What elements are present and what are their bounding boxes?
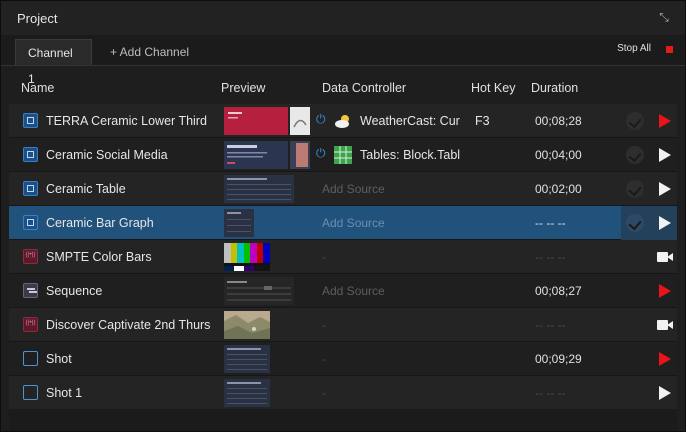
table-row[interactable]: SMPTE Color Bars - -- -- --: [9, 240, 677, 274]
preview-thumbnail: [224, 379, 270, 407]
preview-thumbnail: [224, 175, 294, 203]
duration: 00;02;00: [535, 182, 582, 196]
play-icon[interactable]: [659, 386, 671, 400]
play-icon[interactable]: [659, 148, 671, 162]
preview-thumbnail: [224, 243, 270, 271]
data-controller-label[interactable]: Tables: Block.Table: [360, 148, 460, 162]
duration: 00;09;29: [535, 352, 582, 366]
duration: -- -- --: [535, 318, 566, 332]
data-controller-empty: -: [322, 318, 326, 332]
graphic-icon: [23, 113, 38, 128]
graphic-icon: [23, 147, 38, 162]
table-header: Name Preview Data Controller Hot Key Dur…: [9, 67, 677, 103]
item-list: TERRA Ceramic Lower Third 2 ⏻ WeatherCas…: [9, 104, 677, 410]
column-preview[interactable]: Preview: [221, 81, 265, 95]
column-name[interactable]: Name: [21, 81, 54, 95]
column-duration[interactable]: Duration: [531, 81, 578, 95]
duration: 00;04;00: [535, 148, 582, 162]
preview-thumbnail: [224, 141, 288, 169]
project-panel: Project ⤡ Channel 1 + Add Channel Stop A…: [0, 0, 686, 432]
row-name: SMPTE Color Bars: [46, 250, 152, 264]
data-controller-empty: -: [322, 250, 326, 264]
camera-icon[interactable]: [657, 252, 673, 262]
duration: -- -- --: [535, 216, 566, 230]
column-data-controller[interactable]: Data Controller: [322, 81, 406, 95]
power-icon[interactable]: ⏻: [316, 147, 329, 160]
row-name: Sequence: [46, 284, 103, 298]
preview-thumbnail: [224, 277, 294, 305]
duration: -- -- --: [535, 250, 566, 264]
table-row[interactable]: Ceramic Table Add Source 00;02;00: [9, 172, 677, 206]
play-icon[interactable]: [659, 182, 671, 196]
data-controller-label[interactable]: WeatherCast: Current: [360, 114, 460, 128]
stop-all-button[interactable]: Stop All: [617, 43, 651, 54]
add-source-link[interactable]: Add Source: [322, 182, 385, 196]
check-icon[interactable]: [626, 112, 644, 130]
graphic-icon: [23, 181, 38, 196]
row-name: Ceramic Social Media: [46, 148, 168, 162]
power-icon[interactable]: ⏻: [316, 113, 329, 126]
check-icon[interactable]: [626, 180, 644, 198]
preview-thumbnail-secondary: [290, 107, 310, 135]
sequence-icon: [23, 283, 38, 298]
row-name: TERRA Ceramic Lower Third 2: [46, 114, 211, 128]
row-name: Ceramic Bar Graph: [46, 216, 154, 230]
stop-icon[interactable]: [666, 46, 673, 53]
shot-icon: [23, 385, 38, 400]
check-icon[interactable]: [626, 146, 644, 164]
table-row[interactable]: Discover Captivate 2nd Thursday - -- -- …: [9, 308, 677, 342]
shot-icon: [23, 351, 38, 366]
preview-thumbnail-secondary: [290, 141, 310, 169]
weather-icon: [335, 115, 349, 128]
table-row-selected[interactable]: Ceramic Bar Graph Add Source -- -- --: [9, 206, 677, 240]
add-source-link[interactable]: Add Source: [322, 216, 385, 230]
panel-titlebar: Project ⤡: [1, 1, 685, 35]
preview-thumbnail: [224, 311, 270, 339]
video-icon: [23, 249, 38, 264]
table-row[interactable]: Sequence Add Source 00;08;27: [9, 274, 677, 308]
play-icon[interactable]: [659, 216, 671, 230]
table-row[interactable]: Shot - 00;09;29: [9, 342, 677, 376]
data-controller-empty: -: [322, 352, 326, 366]
row-name: Shot: [46, 352, 72, 366]
row-name: Ceramic Table: [46, 182, 126, 196]
preview-thumbnail: [224, 107, 288, 135]
table-icon: [334, 146, 352, 164]
row-name: Discover Captivate 2nd Thursday: [46, 318, 211, 332]
play-icon[interactable]: [659, 352, 671, 366]
add-channel-button[interactable]: + Add Channel: [98, 39, 201, 65]
collapse-icon[interactable]: ⤡: [657, 10, 671, 24]
data-controller-empty: -: [322, 386, 326, 400]
video-icon: [23, 317, 38, 332]
hot-key: F3: [475, 114, 490, 128]
duration: 00;08;28: [535, 114, 582, 128]
preview-thumbnail: [224, 209, 254, 237]
add-source-link[interactable]: Add Source: [322, 284, 385, 298]
panel-title: Project: [17, 11, 58, 26]
check-icon[interactable]: [626, 214, 644, 232]
table-row[interactable]: Ceramic Social Media ⏻ Tables: Block.Tab…: [9, 138, 677, 172]
list-footer: [9, 409, 677, 431]
table-row[interactable]: TERRA Ceramic Lower Third 2 ⏻ WeatherCas…: [9, 104, 677, 138]
preview-thumbnail: [224, 345, 270, 373]
play-icon[interactable]: [659, 284, 671, 298]
channel-tabs: Channel 1 + Add Channel Stop All: [1, 35, 685, 86]
duration: -- -- --: [535, 386, 566, 400]
column-hot-key[interactable]: Hot Key: [471, 81, 515, 95]
play-icon[interactable]: [659, 114, 671, 128]
graphic-icon: [23, 215, 38, 230]
row-name: Shot 1: [46, 386, 83, 400]
tab-channel-1[interactable]: Channel 1: [15, 39, 92, 86]
camera-icon[interactable]: [657, 320, 673, 330]
duration: 00;08;27: [535, 284, 582, 298]
table-row[interactable]: Shot 1 - -- -- --: [9, 376, 677, 410]
